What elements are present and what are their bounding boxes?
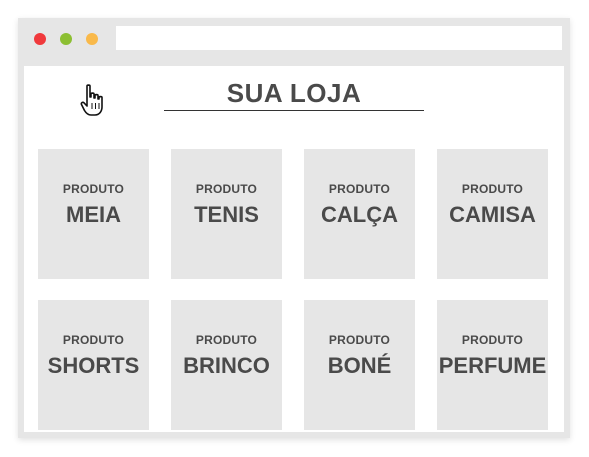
product-card-tenis[interactable]: PRODUTO TENIS [171,149,282,279]
title-underline [164,110,424,111]
hand-pointer-icon [80,84,103,116]
product-kicker: PRODUTO [328,182,391,196]
product-card-calca[interactable]: PRODUTO CALÇA [304,149,415,279]
product-kicker: PRODUTO [195,182,258,196]
address-bar[interactable] [116,26,562,50]
product-name: BONÉ [327,353,392,378]
browser-window: SUA LOJA PRODUTO MEIA PRODUTO TENIS PROD… [18,18,570,438]
product-kicker: PRODUTO [195,333,258,347]
product-card-brinco[interactable]: PRODUTO BRINCO [171,300,282,430]
close-dot[interactable] [34,33,46,45]
product-kicker: PRODUTO [62,182,125,196]
minimize-dot[interactable] [60,33,72,45]
zoom-dot[interactable] [86,33,98,45]
product-name: PERFUME [438,353,547,378]
product-name: SHORTS [47,353,140,378]
product-card-bone[interactable]: PRODUTO BONÉ [304,300,415,430]
product-kicker: PRODUTO [328,333,391,347]
store-title: SUA LOJA [226,78,362,108]
product-card-shorts[interactable]: PRODUTO SHORTS [38,300,149,430]
product-name: MEIA [66,202,121,227]
product-card-camisa[interactable]: PRODUTO CAMISA [437,149,548,279]
product-kicker: PRODUTO [461,333,524,347]
product-kicker: PRODUTO [461,182,524,196]
product-name: TENIS [194,202,259,227]
title-bar [18,18,570,60]
product-kicker: PRODUTO [62,333,125,347]
product-name: BRINCO [183,353,270,378]
product-name: CAMISA [449,202,536,227]
page-content: SUA LOJA PRODUTO MEIA PRODUTO TENIS PROD… [24,66,564,432]
product-card-meia[interactable]: PRODUTO MEIA [38,149,149,279]
product-name: CALÇA [321,202,398,227]
product-card-perfume[interactable]: PRODUTO PERFUME [437,300,548,430]
